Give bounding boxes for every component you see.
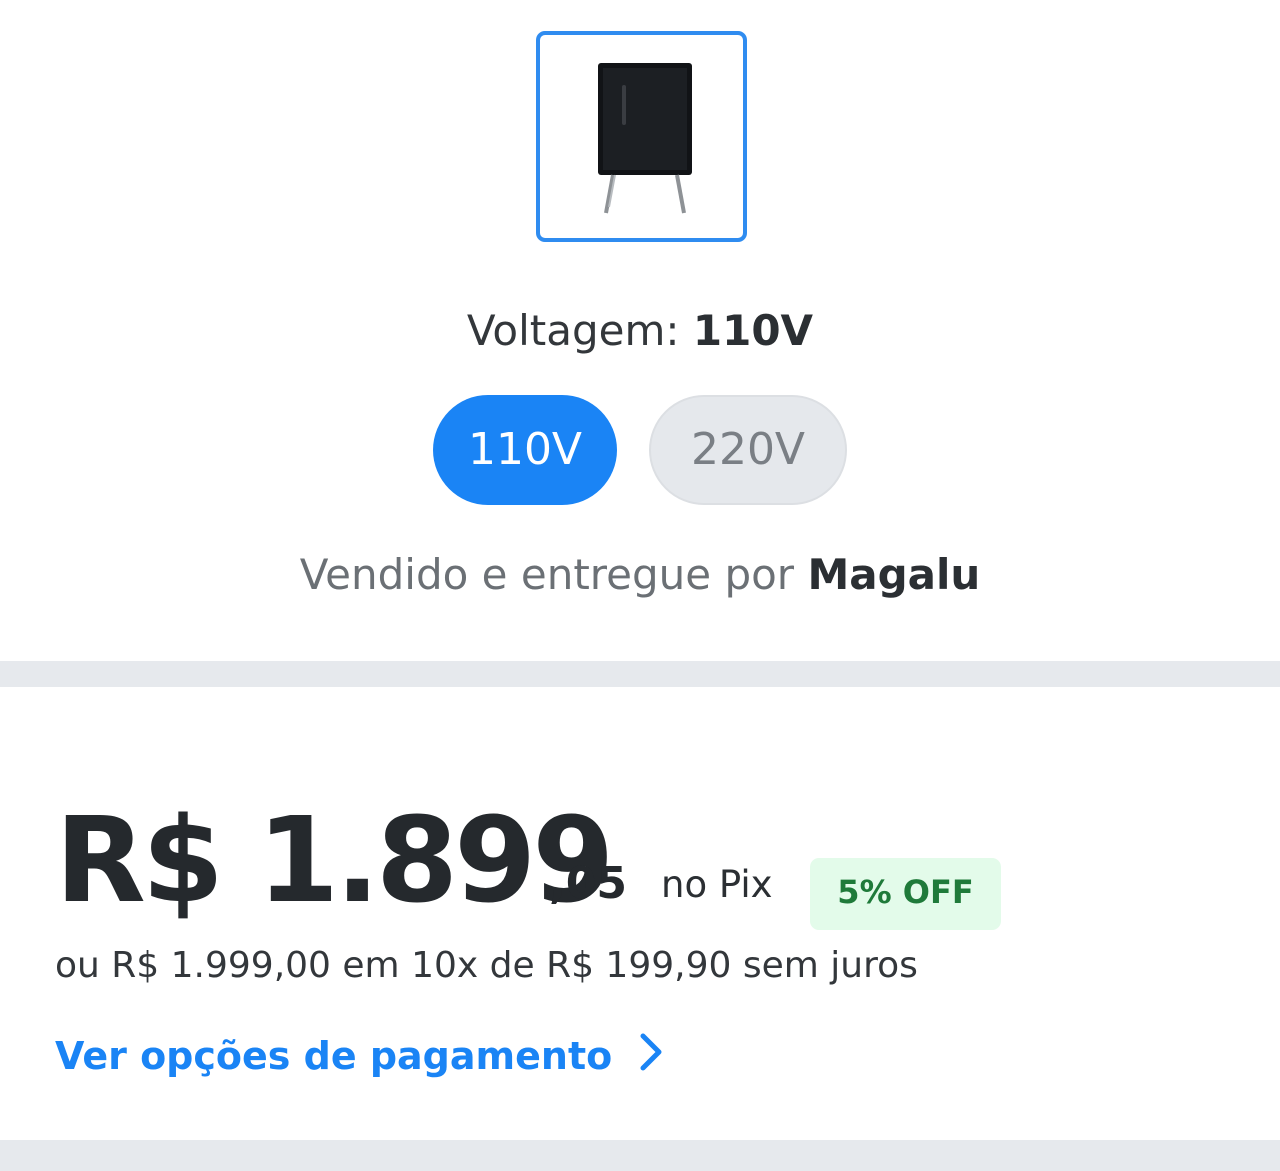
seller-name: Magalu — [807, 550, 981, 599]
chevron-right-icon — [638, 1032, 664, 1081]
voltage-label: Voltagem: — [466, 306, 680, 355]
voltage-option-110v[interactable]: 110V — [433, 395, 617, 505]
voltage-selected-value: 110V — [692, 306, 814, 355]
product-page: Voltagem: 110V 110V 220V Vendido e entre… — [0, 0, 1280, 1171]
payment-options-link[interactable]: Ver opções de pagamento — [55, 1028, 664, 1084]
payment-method-label: no Pix — [661, 863, 773, 906]
seller-info: Vendido e entregue por Magalu — [0, 550, 1280, 599]
price-cents: ,05 — [549, 858, 627, 909]
installments-text: ou R$ 1.999,00 em 10x de R$ 199,90 sem j… — [55, 945, 918, 986]
price-main: R$ 1.899 — [55, 791, 614, 929]
section-divider-bottom — [0, 1140, 1280, 1171]
voltage-option-220v[interactable]: 220V — [649, 395, 847, 505]
payment-options-label: Ver opções de pagamento — [55, 1034, 613, 1078]
product-thumbnail[interactable] — [536, 31, 747, 242]
voltage-heading: Voltagem: 110V — [0, 306, 1280, 355]
section-divider — [0, 661, 1280, 687]
seller-prefix: Vendido e entregue por — [299, 550, 795, 599]
refrigerator-icon — [598, 63, 692, 214]
discount-badge: 5% OFF — [810, 858, 1001, 930]
